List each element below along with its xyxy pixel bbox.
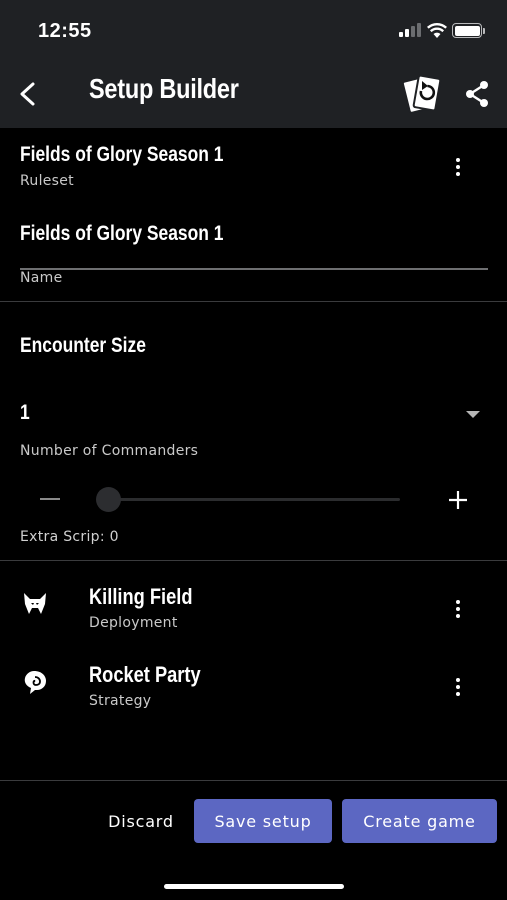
status-time: 12:55 xyxy=(38,20,92,42)
commanders-slider-track[interactable] xyxy=(108,498,400,501)
home-indicator xyxy=(164,884,344,889)
page-title: Setup Builder xyxy=(89,73,239,104)
card-subtitle: Deployment xyxy=(89,615,178,631)
dropdown-arrow-icon xyxy=(466,411,480,418)
commanders-label: Number of Commanders xyxy=(20,443,199,459)
share-icon[interactable] xyxy=(463,79,491,109)
card-title: Rocket Party xyxy=(89,662,201,687)
name-field-underline xyxy=(20,268,488,270)
card-more-icon[interactable] xyxy=(443,594,473,624)
reset-cards-icon[interactable] xyxy=(403,71,443,117)
save-setup-button[interactable]: Save setup xyxy=(194,799,332,843)
back-arrow-icon[interactable] xyxy=(16,80,40,108)
cellular-signal-icon xyxy=(399,23,421,37)
section-divider xyxy=(0,780,507,781)
encounter-size-heading: Encounter Size xyxy=(20,334,146,357)
discard-button[interactable]: Discard xyxy=(100,799,182,843)
name-field[interactable]: Fields of Glory Season 1 xyxy=(20,222,488,270)
commanders-slider-thumb[interactable] xyxy=(96,487,121,512)
section-divider xyxy=(0,301,507,302)
decrease-commanders-icon[interactable] xyxy=(40,498,60,500)
battery-tip xyxy=(483,28,485,34)
card-subtitle: Strategy xyxy=(89,693,152,709)
ruleset-label: Ruleset xyxy=(20,173,74,189)
card-more-icon[interactable] xyxy=(443,672,473,702)
extra-scrip: Extra Scrip: 0 xyxy=(20,529,119,545)
wifi-icon xyxy=(426,23,448,38)
ruleset-more-icon[interactable] xyxy=(443,152,473,182)
create-game-button[interactable]: Create game xyxy=(342,799,497,843)
card-title: Killing Field xyxy=(89,584,193,609)
spiral-ear-icon xyxy=(24,671,46,694)
section-divider xyxy=(0,560,507,561)
horned-helmet-icon xyxy=(24,593,46,614)
name-field-label: Name xyxy=(20,270,63,286)
commanders-value: 1 xyxy=(20,401,30,424)
battery-icon xyxy=(452,23,482,38)
ruleset-title: Fields of Glory Season 1 xyxy=(20,143,224,166)
increase-commanders-icon[interactable] xyxy=(447,489,469,511)
name-field-value: Fields of Glory Season 1 xyxy=(20,222,224,245)
commanders-select[interactable]: 1 xyxy=(20,395,488,435)
